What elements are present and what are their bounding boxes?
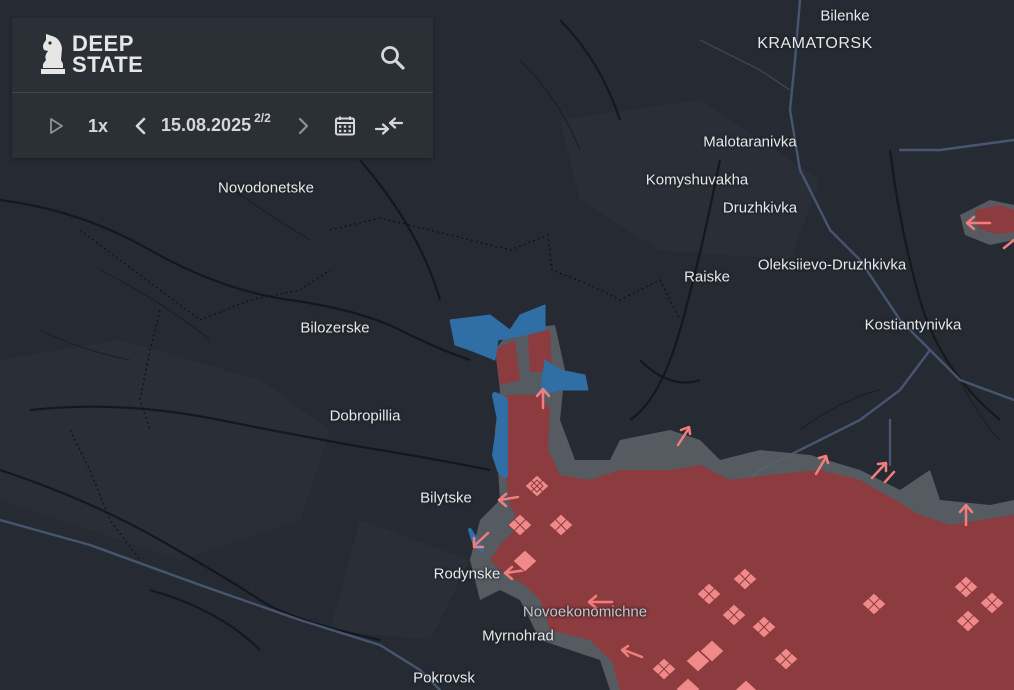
playback-speed[interactable]: 1x [88,114,108,138]
place-label-dobropillia: Dobropillia [329,407,401,425]
place-label-pokrovsk: Pokrovsk [413,669,475,687]
place-label-bilenke: Bilenke [820,7,870,25]
play-icon [50,118,63,134]
place-label-bilozerske: Bilozerske [300,319,370,337]
calendar-button[interactable] [334,114,356,138]
place-label-rodynske: Rodynske [433,565,501,583]
current-date[interactable]: 15.08.2025 2/2 [161,111,271,136]
place-label-komyshuvakha: Komyshuvakha [645,171,749,189]
knight-icon [41,34,65,74]
place-label-bilytske: Bilytske [420,489,472,507]
calendar-icon [335,116,355,136]
place-label-kostiantynivka: Kostiantynivka [864,316,962,334]
place-label-druzhkivka: Druzhkivka [722,199,798,217]
deepstate-logo[interactable]: DEEP STATE [40,32,143,76]
place-label-malotaranivka: Malotaranivka [703,133,797,151]
search-icon [381,46,405,70]
control-panel: DEEP STATE 1x 15.08.2025 2/2 [12,18,433,158]
date-text: 15.08.2025 [161,115,252,135]
logo-line-1: DEEP [72,31,134,56]
chevron-right-icon [298,117,309,135]
compare-arrows-icon [374,117,404,135]
place-label-raiske: Raiske [684,268,730,286]
play-button[interactable] [46,114,66,138]
compare-button[interactable] [374,114,404,138]
page-indicator: 2/2 [254,111,271,125]
panel-divider [12,92,433,93]
logo-line-2: STATE [72,52,144,77]
place-label-oleksiievo-druzhkivka: Oleksiievo-Druzhkivka [757,256,907,274]
previous-date-button[interactable] [134,114,148,138]
place-label-kramatorsk: KRAMATORSK [757,35,873,52]
place-label-novodonetske: Novodonetske [218,179,314,197]
place-label-myrnohrad: Myrnohrad [482,627,554,645]
next-date-button[interactable] [296,114,310,138]
chevron-left-icon [135,117,146,135]
search-button[interactable] [378,43,408,73]
place-label-novoekonomichne: Novoekonomichne [522,603,648,621]
